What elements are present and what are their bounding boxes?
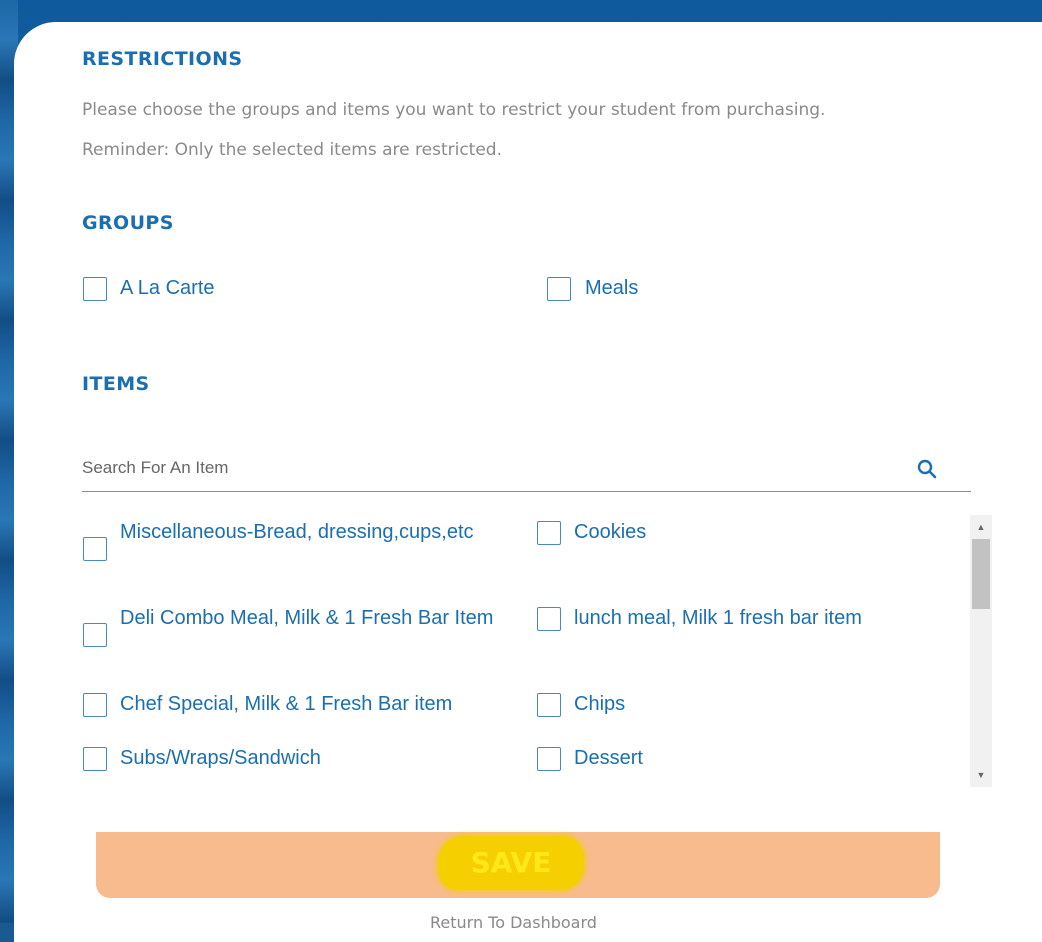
- item-checkbox-misc-bread[interactable]: [83, 537, 107, 561]
- group-checkbox-meals[interactable]: [547, 277, 571, 301]
- item-label-cookies: Cookies: [574, 521, 647, 543]
- item-checkbox-cookies[interactable]: [537, 521, 561, 545]
- save-button-label: SAVE: [470, 846, 552, 879]
- scroll-thumb[interactable]: [972, 539, 990, 609]
- item-label-misc-bread: Miscellaneous-Bread, dressing,cups,etc: [120, 521, 474, 543]
- scroll-down-arrow-icon[interactable]: ▼: [970, 766, 992, 784]
- item-checkbox-lunch-meal[interactable]: [537, 607, 561, 631]
- item-search-input[interactable]: [82, 452, 902, 484]
- save-button[interactable]: SAVE: [96, 832, 940, 898]
- item-label-deli-combo: Deli Combo Meal, Milk & 1 Fresh Bar Item: [120, 607, 494, 629]
- item-checkbox-chef-special[interactable]: [83, 693, 107, 717]
- item-label-dessert: Dessert: [574, 747, 643, 769]
- group-label-a-la-carte: A La Carte: [120, 277, 215, 299]
- search-underline: [82, 491, 971, 492]
- scroll-up-arrow-icon[interactable]: ▲: [970, 518, 992, 536]
- item-label-chef-special: Chef Special, Milk & 1 Fresh Bar item: [120, 693, 453, 715]
- restrictions-title: RESTRICTIONS: [82, 48, 243, 70]
- item-checkbox-subs-wraps[interactable]: [83, 747, 107, 771]
- item-label-chips: Chips: [574, 693, 626, 715]
- items-title: ITEMS: [82, 373, 150, 395]
- item-label-lunch-meal: lunch meal, Milk 1 fresh bar item: [574, 607, 862, 629]
- groups-title: GROUPS: [82, 212, 174, 234]
- group-label-meals: Meals: [585, 277, 639, 299]
- items-scrollbar[interactable]: ▲ ▼: [970, 515, 992, 787]
- item-checkbox-deli-combo[interactable]: [83, 623, 107, 647]
- item-checkbox-chips[interactable]: [537, 693, 561, 717]
- item-label-subs-wraps: Subs/Wraps/Sandwich: [120, 747, 321, 769]
- item-checkbox-dessert[interactable]: [537, 747, 561, 771]
- restrictions-description: Please choose the groups and items you w…: [82, 100, 826, 120]
- restrictions-reminder: Reminder: Only the selected items are re…: [82, 140, 502, 160]
- search-icon[interactable]: [915, 457, 939, 481]
- group-checkbox-a-la-carte[interactable]: [83, 277, 107, 301]
